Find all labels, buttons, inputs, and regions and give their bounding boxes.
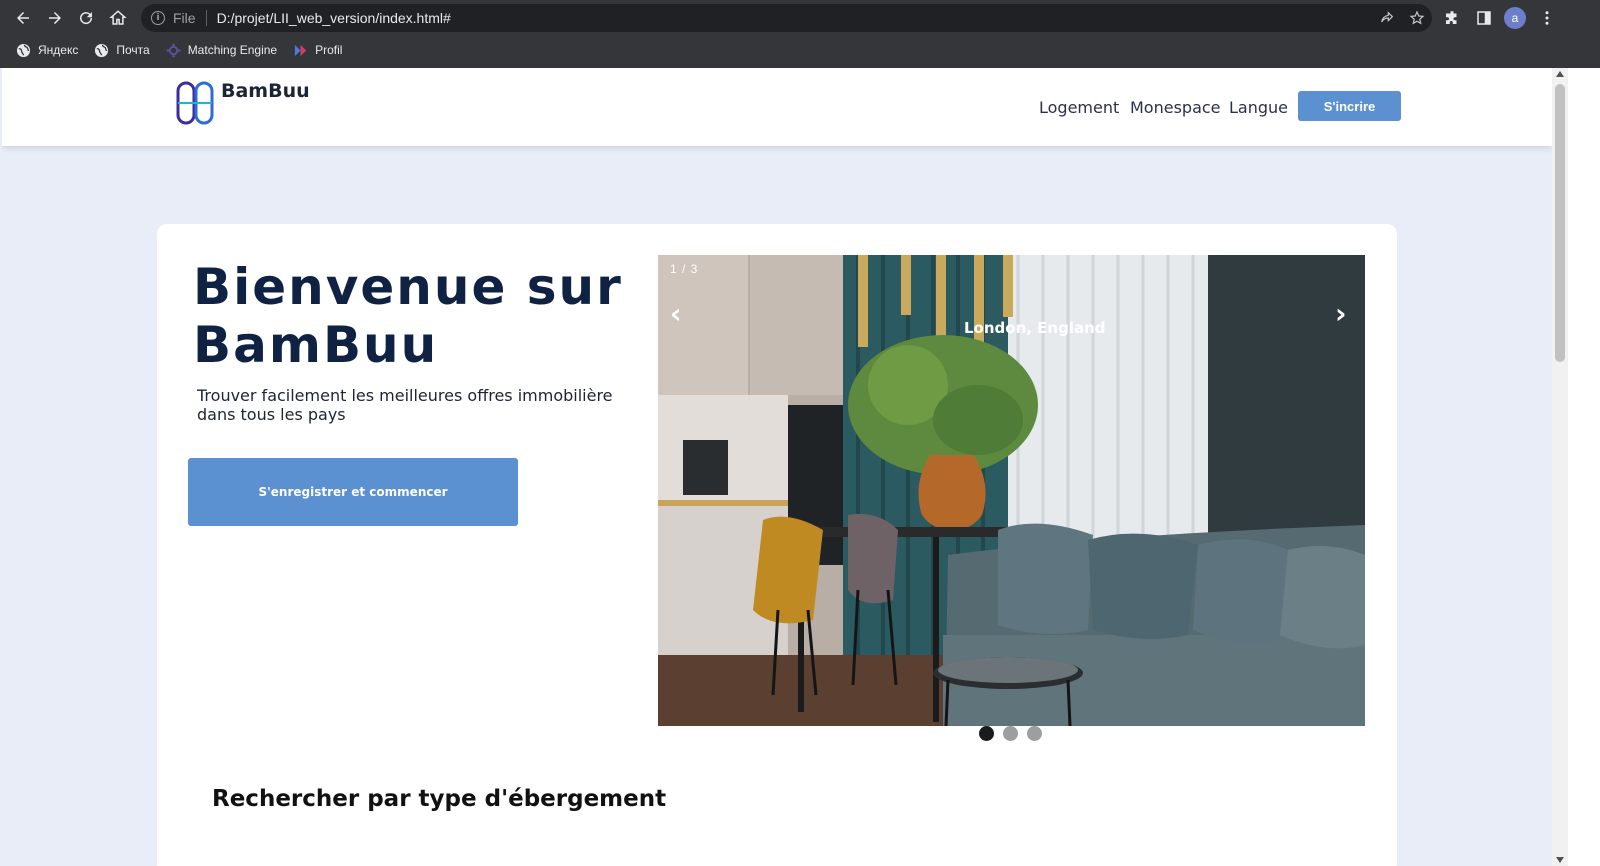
carousel-prev-icon[interactable]: ‹ [670, 297, 682, 330]
globe-icon [16, 43, 31, 58]
bookmark-matching-engine[interactable]: Matching Engine [166, 43, 277, 58]
url-separator [205, 10, 207, 26]
site-info-icon[interactable]: i [151, 11, 165, 25]
address-bar[interactable]: i File D:/projet/LII_web_version/index.h… [141, 4, 1432, 32]
bookmark-label: Profil [315, 43, 343, 57]
address-bar-actions [1372, 4, 1432, 32]
hero-card: Bienvenue sur BamBuu Trouver facilement … [157, 224, 1397, 866]
page-scrollbar[interactable] [1552, 68, 1568, 866]
bookmarks-bar: Яндекс Почта Matching Engine Profil [0, 36, 342, 64]
browser-chrome: i File D:/projet/LII_web_version/index.h… [0, 0, 1600, 68]
home-icon[interactable] [106, 6, 130, 30]
carousel-dot-2[interactable] [1003, 726, 1018, 741]
brand-name[interactable]: BamBuu [221, 80, 310, 102]
slide-counter: 1 / 3 [670, 262, 699, 276]
hero-title: Bienvenue sur BamBuu [193, 258, 623, 374]
globe-icon [94, 43, 109, 58]
bookmark-label: Почта [116, 43, 150, 57]
image-carousel: 1 / 3 London, England ‹ › [658, 255, 1365, 726]
bookmark-star-icon[interactable] [1402, 4, 1432, 32]
scroll-thumb[interactable] [1555, 84, 1565, 362]
bookmark-pochta[interactable]: Почта [94, 43, 150, 58]
matching-engine-icon [166, 43, 181, 58]
bookmark-label: Matching Engine [187, 43, 278, 57]
url-scheme-label: File [173, 10, 196, 26]
scroll-up-icon[interactable] [1556, 71, 1564, 77]
slide-caption: London, England [964, 319, 1106, 337]
profile-avatar[interactable]: a [1503, 6, 1527, 30]
carousel-dot-1[interactable] [979, 726, 994, 741]
reload-icon[interactable] [74, 6, 98, 30]
register-start-button[interactable]: S'enregistrer et commencer [188, 458, 518, 526]
browser-menu-icon[interactable] [1535, 6, 1559, 30]
carousel-dot-3[interactable] [1027, 726, 1042, 741]
signup-button[interactable]: S'incrire [1298, 91, 1401, 121]
bookmark-label: Яндекс [38, 43, 79, 57]
back-icon[interactable] [11, 6, 35, 30]
extensions-icon[interactable] [1440, 6, 1464, 30]
page: BamBuu Logement Monespace Langue S'incri… [2, 68, 1552, 866]
side-panel-icon[interactable] [1472, 6, 1496, 30]
scroll-down-icon[interactable] [1556, 857, 1564, 863]
section-title: Rechercher par type d'ébergement [212, 786, 667, 812]
url-text[interactable]: D:/projet/LII_web_version/index.html# [217, 10, 451, 26]
share-icon[interactable] [1372, 4, 1402, 32]
profil-icon [293, 43, 308, 58]
window-edge [1568, 68, 1600, 866]
bambuu-logo-icon[interactable] [175, 80, 215, 130]
bookmark-profil[interactable]: Profil [293, 43, 342, 58]
bookmark-yandex[interactable]: Яндекс [16, 43, 78, 58]
browser-toolbar: i File D:/projet/LII_web_version/index.h… [0, 0, 1600, 36]
carousel-dots [979, 726, 1051, 741]
nav-logement[interactable]: Logement [1039, 98, 1119, 117]
nav-langue[interactable]: Langue [1229, 98, 1288, 117]
carousel-next-icon[interactable]: › [1335, 297, 1347, 330]
site-header: BamBuu Logement Monespace Langue S'incri… [2, 68, 1552, 146]
forward-icon[interactable] [43, 6, 67, 30]
hero-subtitle: Trouver facilement les meilleures offres… [197, 386, 613, 424]
nav-monespace[interactable]: Monespace [1130, 98, 1221, 117]
profile-initial: a [1504, 7, 1526, 29]
